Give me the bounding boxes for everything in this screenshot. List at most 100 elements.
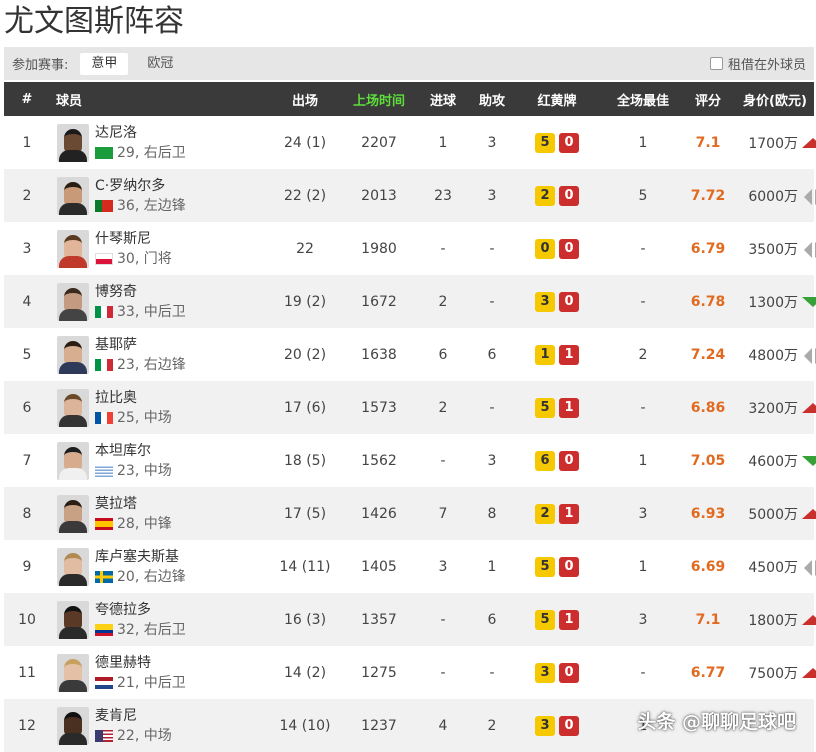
player-avatar[interactable] <box>57 388 89 427</box>
assists: 1 <box>487 558 497 575</box>
cards: 5 0 <box>514 556 600 577</box>
red-card-count: 0 <box>559 132 579 153</box>
player-avatar[interactable] <box>57 653 89 692</box>
cards: 5 0 <box>514 132 600 153</box>
loaned-players-checkbox[interactable] <box>709 57 723 70</box>
player-avatar[interactable] <box>57 123 89 162</box>
header-assists[interactable]: 助攻 <box>470 90 514 109</box>
player-avatar[interactable] <box>57 600 89 639</box>
player-rating: 6.86 <box>690 399 726 416</box>
header-goals[interactable]: 进球 <box>416 90 470 109</box>
player-cell[interactable]: 库卢塞夫斯基 20, 右边锋 <box>50 547 268 587</box>
appearances: 22 (2) <box>283 187 327 204</box>
minutes-played: 2013 <box>361 187 397 204</box>
header-market-value[interactable]: 身价(欧元) <box>730 90 816 109</box>
tab-serie-a[interactable]: 意甲 <box>80 52 129 75</box>
goals: - <box>440 452 446 469</box>
appearances: 14 (11) <box>279 558 331 575</box>
player-name[interactable]: 德里赫特 <box>95 653 186 673</box>
goals: 3 <box>438 558 448 575</box>
player-name[interactable]: 莫拉塔 <box>95 494 172 514</box>
table-row[interactable]: 5 基耶萨 23, 右边锋 20 (2) 1638 6 6 1 1 2 7.24… <box>4 328 816 381</box>
header-rank[interactable]: # <box>4 92 50 107</box>
table-row[interactable]: 2 C·罗纳尔多 36, 左边锋 22 (2) 2013 23 3 2 0 5 … <box>4 169 816 222</box>
player-name[interactable]: 麦肯尼 <box>95 706 172 726</box>
player-cell[interactable]: 本坦库尔 23, 中场 <box>50 441 268 481</box>
player-avatar[interactable] <box>57 441 89 480</box>
player-name[interactable]: C·罗纳尔多 <box>95 176 186 196</box>
player-avatar[interactable] <box>57 176 89 215</box>
player-cell[interactable]: 莫拉塔 28, 中锋 <box>50 494 268 534</box>
table-row[interactable]: 1 达尼洛 29, 右后卫 24 (1) 2207 1 3 5 0 1 7.1 … <box>4 116 816 169</box>
player-name[interactable]: 拉比奥 <box>95 388 172 408</box>
avatar-body <box>59 679 87 692</box>
header-appearances[interactable]: 出场 <box>268 90 342 109</box>
man-of-the-match-count: - <box>640 399 646 416</box>
market-value: 5000万 <box>748 506 798 523</box>
player-cell[interactable]: 德里赫特 21, 中后卫 <box>50 653 268 693</box>
table-row[interactable]: 9 库卢塞夫斯基 20, 右边锋 14 (11) 1405 3 1 5 0 1 … <box>4 540 816 593</box>
table-row[interactable]: 10 夸德拉多 32, 右后卫 16 (3) 1357 - 6 5 1 3 7.… <box>4 593 816 646</box>
player-name[interactable]: 基耶萨 <box>95 335 186 355</box>
player-rank: 9 <box>22 558 32 575</box>
minutes-played: 1426 <box>361 505 397 522</box>
it-flag <box>95 358 113 371</box>
player-avatar[interactable] <box>57 229 89 268</box>
player-name[interactable]: 什琴斯尼 <box>95 229 172 249</box>
loaned-players-toggle[interactable]: 租借在外球员 <box>709 54 806 73</box>
player-cell[interactable]: C·罗纳尔多 36, 左边锋 <box>50 176 268 216</box>
player-cell[interactable]: 拉比奥 25, 中场 <box>50 388 268 428</box>
trend-up-icon <box>802 665 816 681</box>
player-name[interactable]: 本坦库尔 <box>95 441 172 461</box>
player-avatar[interactable] <box>57 335 89 374</box>
yellow-card-count: 5 <box>535 397 555 418</box>
player-rating: 7.1 <box>695 134 721 151</box>
player-avatar[interactable] <box>57 494 89 533</box>
player-name[interactable]: 库卢塞夫斯基 <box>95 547 186 567</box>
trend-flat-icon <box>804 559 816 576</box>
table-row[interactable]: 4 博努奇 33, 中后卫 19 (2) 1672 2 - 3 0 - 6.78… <box>4 275 816 328</box>
table-row[interactable]: 7 本坦库尔 23, 中场 18 (5) 1562 - 3 6 0 1 7.05… <box>4 434 816 487</box>
header-player[interactable]: 球员 <box>50 90 268 109</box>
trend-up-icon <box>802 612 816 628</box>
player-name[interactable]: 博努奇 <box>95 282 186 302</box>
player-avatar[interactable] <box>57 547 89 586</box>
player-cell[interactable]: 夸德拉多 32, 右后卫 <box>50 600 268 640</box>
cards: 3 0 <box>514 662 600 683</box>
header-minutes[interactable]: 上场时间 <box>342 90 416 109</box>
us-flag <box>95 729 113 742</box>
appearances: 24 (1) <box>283 134 327 151</box>
red-card-count: 1 <box>559 397 579 418</box>
player-avatar[interactable] <box>57 706 89 745</box>
market-value: 4500万 <box>748 559 798 576</box>
header-man-of-the-match[interactable]: 全场最佳 <box>600 90 686 109</box>
player-name[interactable]: 达尼洛 <box>95 123 186 143</box>
pt-flag <box>95 199 113 212</box>
header-cards[interactable]: 红黄牌 <box>514 90 600 109</box>
tab-champions-league[interactable]: 欧冠 <box>136 53 184 75</box>
minutes-played: 1638 <box>361 346 397 363</box>
minutes-played: 1573 <box>361 399 397 416</box>
player-avatar[interactable] <box>57 282 89 321</box>
table-row[interactable]: 11 德里赫特 21, 中后卫 14 (2) 1275 - - 3 0 - 6.… <box>4 646 816 699</box>
player-rating: 7.1 <box>695 611 721 628</box>
player-cell[interactable]: 基耶萨 23, 右边锋 <box>50 335 268 375</box>
assists: 3 <box>487 452 497 469</box>
player-cell[interactable]: 什琴斯尼 30, 门将 <box>50 229 268 269</box>
table-row[interactable]: 3 什琴斯尼 30, 门将 22 1980 - - 0 0 - 6.79 350… <box>4 222 816 275</box>
table-row[interactable]: 8 莫拉塔 28, 中锋 17 (5) 1426 7 8 2 1 3 6.93 … <box>4 487 816 540</box>
player-cell[interactable]: 达尼洛 29, 右后卫 <box>50 123 268 163</box>
value-trend <box>804 718 816 734</box>
market-value: 3200万 <box>748 400 798 417</box>
yellow-card-count: 6 <box>535 450 555 471</box>
table-row[interactable]: 6 拉比奥 25, 中场 17 (6) 1573 2 - 5 1 - 6.86 … <box>4 381 816 434</box>
header-rating[interactable]: 评分 <box>686 90 730 109</box>
goals: 4 <box>438 717 448 734</box>
goals: - <box>440 240 446 257</box>
appearances: 16 (3) <box>283 611 327 628</box>
player-name[interactable]: 夸德拉多 <box>95 600 186 620</box>
player-cell[interactable]: 博努奇 33, 中后卫 <box>50 282 268 322</box>
man-of-the-match-count: 3 <box>638 611 648 628</box>
player-cell[interactable]: 麦肯尼 22, 中场 <box>50 706 268 746</box>
yellow-card-count: 2 <box>535 185 555 206</box>
